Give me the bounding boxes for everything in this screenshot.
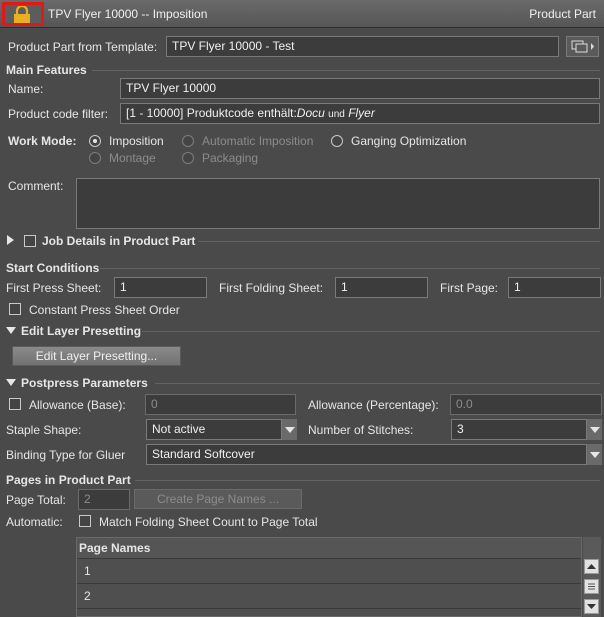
first-page-field[interactable]: 1 [508,277,601,298]
allowance-percentage-field: 0.0 [450,394,602,415]
first-folding-sheet-field[interactable]: 1 [335,277,428,298]
scroll-up-button[interactable] [584,559,599,574]
copy-template-icon [571,40,594,53]
name-label: Name: [8,82,44,96]
window-type-label: Product Part [529,7,596,21]
pages-heading: Pages in Product Part [6,473,131,487]
arrow-up-icon [587,564,596,569]
create-page-names-button: Create Page Names ... [134,489,302,509]
allowance-percentage-label: Allowance (Percentage): [308,398,439,412]
edit-layer-presetting-button[interactable]: Edit Layer Presetting... [12,346,181,366]
automatic-label: Automatic: [6,515,63,529]
page-names-table: Page Names 1 2 [76,537,582,617]
radio-imposition-label: Imposition [109,134,164,148]
job-details-checkbox[interactable] [24,235,36,247]
binding-type-label: Binding Type for Gluer [6,448,126,462]
expand-arrow-icon[interactable] [7,235,14,245]
job-details-label: Job Details in Product Part [42,234,196,248]
window-title: TPV Flyer 10000 -- Imposition [48,7,208,21]
scrollbar[interactable] [583,537,601,617]
binding-type-value: Standard Softcover [152,447,255,461]
lock-button[interactable] [2,2,44,26]
match-folding-checkbox[interactable] [79,515,91,527]
page-total-label: Page Total: [6,493,66,507]
radio-packaging-label: Packaging [202,151,259,165]
first-page-label: First Page: [440,281,499,295]
allowance-base-checkbox[interactable] [9,398,21,410]
filter-term-1: Docu [296,106,325,120]
radio-montage-label: Montage [109,151,156,165]
collapse-arrow-icon[interactable] [6,379,16,386]
start-conditions-heading: Start Conditions [6,261,100,275]
filter-prefix: [1 - 10000] Produktcode enthält: [126,106,297,120]
filter-term-2: Flyer [348,106,375,120]
number-of-stitches-label: Number of Stitches: [308,423,414,437]
main-features-heading: Main Features [6,63,87,77]
radio-automatic-imposition [182,135,194,147]
number-of-stitches-select[interactable]: 3 [451,419,602,440]
radio-ganging-optimization-label: Ganging Optimization [351,134,467,148]
lock-icon [14,6,30,23]
allowance-base-label: Allowance (Base): [29,398,126,412]
staple-shape-label: Staple Shape: [6,423,82,437]
section-divider [135,480,600,481]
chevron-down-icon[interactable] [586,419,602,440]
chevron-down-icon[interactable] [586,444,602,465]
first-press-sheet-label: First Press Sheet: [6,281,102,295]
constant-order-checkbox[interactable] [9,303,21,315]
first-folding-sheet-label: First Folding Sheet: [219,281,324,295]
section-divider [92,70,600,71]
edit-layer-heading: Edit Layer Presetting [21,324,142,338]
staple-shape-select[interactable]: Not active [146,419,297,440]
radio-imposition[interactable] [89,135,101,147]
name-field[interactable]: TPV Flyer 10000 [120,78,600,99]
radio-montage [89,152,101,164]
arrow-down-icon [587,604,596,609]
constant-order-label: Constant Press Sheet Order [29,303,180,317]
table-row[interactable]: 1 [77,559,581,584]
section-divider [198,241,600,242]
binding-type-select[interactable]: Standard Softcover [146,444,602,465]
grip-icon [588,583,595,590]
allowance-base-field: 0 [145,394,296,415]
work-mode-label: Work Mode: [8,134,77,148]
staple-shape-value: Not active [152,422,206,436]
section-divider [155,383,600,384]
chevron-down-icon[interactable] [281,419,297,440]
match-folding-label: Match Folding Sheet Count to Page Total [99,515,318,529]
comment-label: Comment: [8,179,64,193]
table-row[interactable] [77,609,581,616]
section-divider [142,331,600,332]
first-press-sheet-field[interactable]: 1 [114,277,207,298]
comment-textarea[interactable] [76,178,600,229]
number-of-stitches-value: 3 [457,422,464,436]
table-header: Page Names [77,538,581,559]
page-total-field: 2 [78,489,130,510]
collapse-arrow-icon[interactable] [6,327,16,334]
table-row[interactable]: 2 [77,584,581,609]
product-code-filter-label: Product code filter: [8,107,109,121]
scroll-down-button[interactable] [584,599,599,614]
postpress-heading: Postpress Parameters [21,376,148,390]
scroll-thumb[interactable] [584,579,599,594]
template-field[interactable]: TPV Flyer 10000 - Test [166,36,559,57]
filter-and: und [328,109,345,120]
template-label: Product Part from Template: [8,40,158,54]
template-picker-button[interactable] [566,36,599,57]
product-code-filter-field[interactable]: [1 - 10000] Produktcode enthält:Docu und… [120,103,600,124]
section-divider [100,268,600,269]
radio-automatic-imposition-label: Automatic Imposition [202,134,314,148]
radio-packaging [182,152,194,164]
radio-ganging-optimization[interactable] [331,135,343,147]
